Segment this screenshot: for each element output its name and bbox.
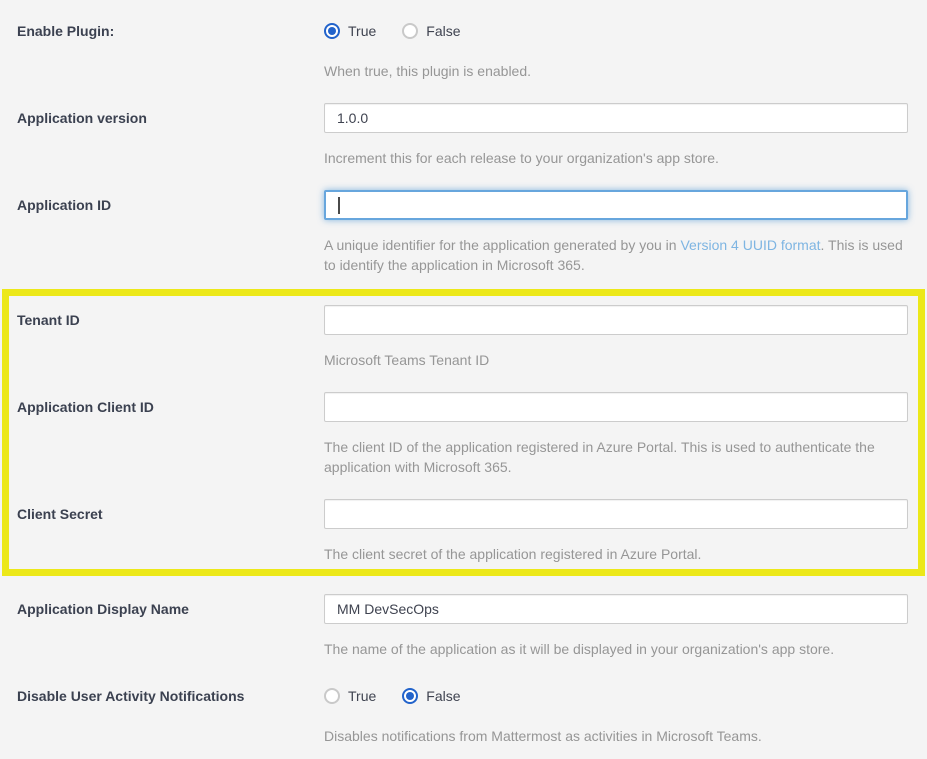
disable-user-activity-notifications-control: True False Disables notifications from M…: [324, 681, 908, 746]
radio-option-label: True: [348, 23, 376, 39]
application-version-label: Application version: [0, 103, 324, 168]
radio-option-label: True: [348, 688, 376, 704]
application-version-input[interactable]: [324, 103, 908, 133]
form-row-application-version: Application version Increment this for e…: [0, 103, 927, 168]
application-id-input-wrap: [324, 190, 908, 220]
application-id-label: Application ID: [0, 190, 324, 275]
application-version-control: Increment this for each release to your …: [324, 103, 908, 168]
client-secret-help: The client secret of the application reg…: [324, 544, 908, 564]
application-id-help: A unique identifier for the application …: [324, 235, 908, 275]
highlight-box: Tenant ID Microsoft Teams Tenant ID Appl…: [2, 289, 925, 576]
tenant-id-label: Tenant ID: [9, 305, 324, 370]
disable-notifications-true-option[interactable]: True: [324, 688, 376, 704]
client-secret-control: The client secret of the application reg…: [324, 499, 908, 564]
radio-unselected-icon[interactable]: [402, 23, 418, 39]
radio-option-label: False: [426, 23, 460, 39]
disable-notifications-false-option[interactable]: False: [402, 688, 460, 704]
form-row-enable-plugin: Enable Plugin: True False When true, thi…: [0, 16, 927, 81]
tenant-id-control: Microsoft Teams Tenant ID: [324, 305, 908, 370]
application-client-id-control: The client ID of the application registe…: [324, 392, 908, 477]
enable-plugin-true-option[interactable]: True: [324, 23, 376, 39]
enable-plugin-control: True False When true, this plugin is ena…: [324, 16, 908, 81]
tenant-id-help: Microsoft Teams Tenant ID: [324, 350, 908, 370]
application-client-id-input[interactable]: [324, 392, 908, 422]
radio-option-label: False: [426, 688, 460, 704]
disable-notifications-radio-group: True False: [324, 681, 908, 711]
form-row-application-display-name: Application Display Name The name of the…: [0, 594, 927, 659]
form-row-tenant-id: Tenant ID Microsoft Teams Tenant ID: [9, 305, 918, 370]
application-display-name-help: The name of the application as it will b…: [324, 639, 908, 659]
application-client-id-label: Application Client ID: [9, 392, 324, 477]
form-row-application-id: Application ID A unique identifier for t…: [0, 190, 927, 275]
client-secret-label: Client Secret: [9, 499, 324, 564]
radio-selected-icon[interactable]: [402, 688, 418, 704]
form-row-client-secret: Client Secret The client secret of the a…: [9, 499, 918, 564]
enable-plugin-label: Enable Plugin:: [0, 16, 324, 81]
application-client-id-help: The client ID of the application registe…: [324, 437, 908, 477]
application-display-name-control: The name of the application as it will b…: [324, 594, 908, 659]
application-version-help: Increment this for each release to your …: [324, 148, 908, 168]
client-secret-input[interactable]: [324, 499, 908, 529]
disable-user-activity-notifications-label: Disable User Activity Notifications: [0, 681, 324, 746]
enable-plugin-false-option[interactable]: False: [402, 23, 460, 39]
disable-notifications-help: Disables notifications from Mattermost a…: [324, 726, 908, 746]
application-id-control: A unique identifier for the application …: [324, 190, 908, 275]
uuid-format-link[interactable]: Version 4 UUID format: [680, 237, 820, 253]
help-text-segment: A unique identifier for the application …: [324, 237, 680, 253]
radio-unselected-icon[interactable]: [324, 688, 340, 704]
enable-plugin-help: When true, this plugin is enabled.: [324, 61, 908, 81]
enable-plugin-radio-group: True False: [324, 16, 908, 46]
application-display-name-input[interactable]: [324, 594, 908, 624]
tenant-id-input[interactable]: [324, 305, 908, 335]
radio-selected-icon[interactable]: [324, 23, 340, 39]
form-row-disable-user-activity-notifications: Disable User Activity Notifications True…: [0, 681, 927, 746]
application-id-input[interactable]: [324, 190, 908, 220]
form-row-application-client-id: Application Client ID The client ID of t…: [9, 392, 918, 477]
text-cursor: [338, 197, 340, 214]
application-display-name-label: Application Display Name: [0, 594, 324, 659]
plugin-settings-form: Enable Plugin: True False When true, thi…: [0, 16, 927, 746]
